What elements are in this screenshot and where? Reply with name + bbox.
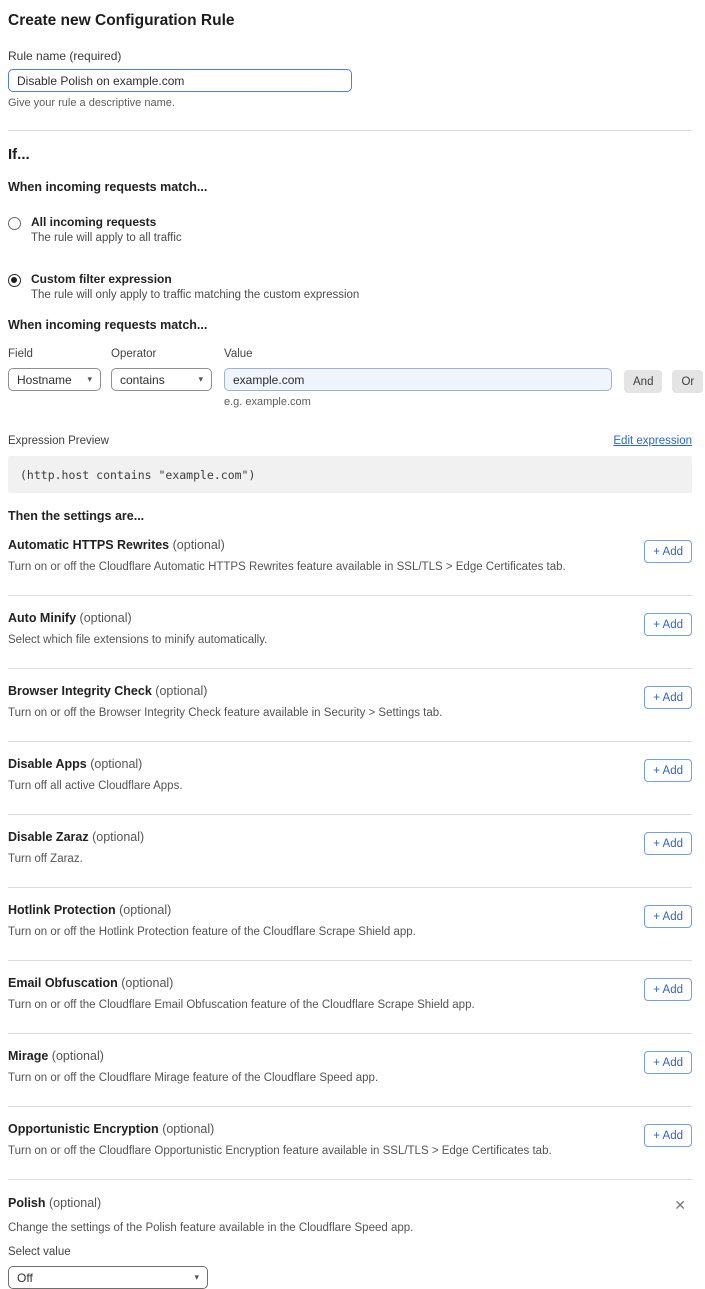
expression-preview-label: Expression Preview — [8, 435, 109, 447]
page-title: Create new Configuration Rule — [8, 12, 692, 30]
operator-select[interactable]: contains ▾ — [111, 368, 212, 391]
setting-title: Browser Integrity Check (optional) — [8, 684, 442, 698]
radio-description: The rule will only apply to traffic matc… — [31, 289, 359, 301]
setting-title: Polish (optional) — [8, 1196, 101, 1214]
radio-description: The rule will apply to all traffic — [31, 232, 182, 244]
edit-expression-link[interactable]: Edit expression — [613, 435, 692, 447]
setting-row-mirage: Mirage (optional) Turn on or off the Clo… — [8, 1034, 692, 1107]
field-select-value: Hostname — [17, 373, 72, 387]
operator-label: Operator — [111, 348, 212, 360]
expression-builder-row: Field Hostname ▾ Operator contains ▾ Val… — [8, 348, 692, 408]
add-button[interactable]: + Add — [644, 978, 692, 1001]
value-input[interactable] — [224, 368, 612, 391]
value-label: Value — [224, 348, 612, 360]
setting-title: Mirage (optional) — [8, 1049, 378, 1063]
setting-row-automatic-https-rewrites: Automatic HTTPS Rewrites (optional) Turn… — [8, 523, 692, 596]
add-button[interactable]: + Add — [644, 759, 692, 782]
chevron-down-icon: ▾ — [198, 374, 203, 385]
incoming-requests-subheading: When incoming requests match... — [8, 180, 692, 194]
close-icon[interactable]: ✕ — [670, 1196, 690, 1214]
configuration-rule-form: Create new Configuration Rule Rule name … — [0, 0, 705, 1289]
setting-description: Turn on or off the Hotlink Protection fe… — [8, 926, 416, 938]
expression-text: (http.host contains "example.com") — [20, 468, 255, 482]
rule-name-input[interactable] — [8, 69, 352, 92]
section-divider — [8, 130, 692, 131]
rule-name-help: Give your rule a descriptive name. — [8, 97, 692, 109]
setting-description: Turn on or off the Cloudflare Mirage fea… — [8, 1072, 378, 1084]
settings-heading: Then the settings are... — [8, 509, 692, 523]
or-button[interactable]: Or — [672, 370, 703, 393]
add-button[interactable]: + Add — [644, 1124, 692, 1147]
setting-description: Turn on or off the Cloudflare Automatic … — [8, 561, 566, 573]
radio-button-icon[interactable] — [8, 274, 21, 287]
radio-label: Custom filter expression — [31, 272, 359, 286]
polish-value-select[interactable]: Off ▾ — [8, 1266, 208, 1289]
setting-row-hotlink-protection: Hotlink Protection (optional) Turn on or… — [8, 888, 692, 961]
expression-preview-box: (http.host contains "example.com") — [8, 456, 692, 493]
setting-title: Automatic HTTPS Rewrites (optional) — [8, 538, 566, 552]
rule-name-label: Rule name (required) — [8, 49, 692, 63]
chevron-down-icon: ▾ — [87, 374, 92, 385]
radio-button-icon[interactable] — [8, 217, 21, 230]
add-button[interactable]: + Add — [644, 613, 692, 636]
setting-row-browser-integrity-check: Browser Integrity Check (optional) Turn … — [8, 669, 692, 742]
if-heading: If... — [8, 146, 692, 163]
polish-select-value: Off — [17, 1271, 33, 1285]
and-button[interactable]: And — [624, 370, 662, 393]
setting-row-auto-minify: Auto Minify (optional) Select which file… — [8, 596, 692, 669]
field-label: Field — [8, 348, 111, 360]
setting-title: Disable Zaraz (optional) — [8, 830, 144, 844]
setting-description: Turn on or off the Cloudflare Email Obfu… — [8, 999, 475, 1011]
value-help: e.g. example.com — [224, 396, 612, 408]
radio-label: All incoming requests — [31, 215, 182, 229]
add-button[interactable]: + Add — [644, 686, 692, 709]
matcher-heading: When incoming requests match... — [8, 318, 692, 332]
add-button[interactable]: + Add — [644, 905, 692, 928]
add-button[interactable]: + Add — [644, 832, 692, 855]
setting-description: Turn off Zaraz. — [8, 853, 144, 865]
setting-row-polish-expanded: Polish (optional) ✕ Change the settings … — [8, 1180, 692, 1289]
chevron-down-icon: ▾ — [194, 1272, 199, 1283]
setting-title: Disable Apps (optional) — [8, 757, 183, 771]
setting-title: Auto Minify (optional) — [8, 611, 267, 625]
setting-description: Select which file extensions to minify a… — [8, 634, 267, 646]
field-select[interactable]: Hostname ▾ — [8, 368, 101, 391]
radio-all-incoming-requests[interactable]: All incoming requests The rule will appl… — [8, 215, 692, 244]
add-button[interactable]: + Add — [644, 1051, 692, 1074]
setting-title: Opportunistic Encryption (optional) — [8, 1122, 552, 1136]
setting-title: Hotlink Protection (optional) — [8, 903, 416, 917]
setting-row-disable-zaraz: Disable Zaraz (optional) Turn off Zaraz.… — [8, 815, 692, 888]
setting-row-email-obfuscation: Email Obfuscation (optional) Turn on or … — [8, 961, 692, 1034]
add-button[interactable]: + Add — [644, 540, 692, 563]
setting-description: Change the settings of the Polish featur… — [8, 1222, 692, 1234]
radio-custom-filter-expression[interactable]: Custom filter expression The rule will o… — [8, 272, 692, 301]
setting-row-opportunistic-encryption: Opportunistic Encryption (optional) Turn… — [8, 1107, 692, 1180]
setting-description: Turn off all active Cloudflare Apps. — [8, 780, 183, 792]
setting-description: Turn on or off the Browser Integrity Che… — [8, 707, 442, 719]
setting-title: Email Obfuscation (optional) — [8, 976, 475, 990]
select-value-label: Select value — [8, 1246, 692, 1258]
setting-description: Turn on or off the Cloudflare Opportunis… — [8, 1145, 552, 1157]
operator-select-value: contains — [120, 373, 165, 387]
setting-row-disable-apps: Disable Apps (optional) Turn off all act… — [8, 742, 692, 815]
